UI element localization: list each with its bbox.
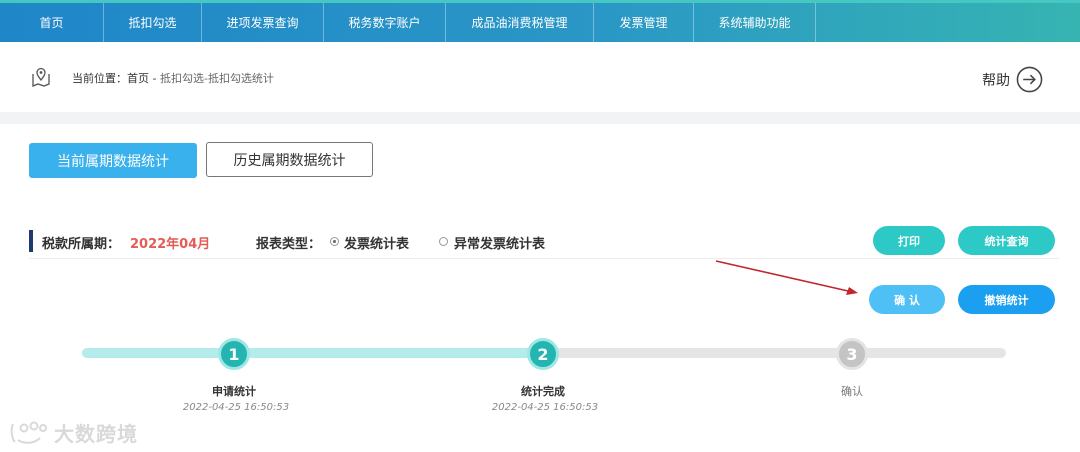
row-divider — [29, 258, 1059, 259]
step-3-marker: 3 — [836, 338, 868, 370]
nav-item-home[interactable]: 首页 — [0, 3, 104, 42]
arrow-right-circle-icon — [1016, 66, 1043, 93]
radio-abnormal-invoice-stats[interactable] — [439, 237, 448, 246]
tax-period-value: 2022年04月 — [130, 237, 211, 252]
step-2-marker: 2 — [527, 338, 559, 370]
section-marker-bar — [29, 230, 33, 252]
radio-abnormal-invoice-stats-label[interactable]: 异常发票统计表 — [454, 233, 545, 252]
step-3-label: 确认 — [841, 385, 863, 398]
nav-item-input-invoice-query[interactable]: 进项发票查询 — [202, 3, 324, 42]
tab-current-period-stats[interactable]: 当前属期数据统计 — [29, 143, 197, 178]
radio-invoice-stats[interactable] — [330, 237, 339, 246]
help-button[interactable]: 帮助 — [982, 66, 1043, 93]
progress-fill — [82, 348, 544, 358]
confirm-button[interactable]: 确 认 — [869, 285, 945, 314]
breadcrumb-prefix[interactable]: 当前位置：首页 - — [72, 72, 160, 85]
breadcrumb-current: 抵扣勾选-抵扣勾选统计 — [159, 72, 274, 85]
revoke-stats-button[interactable]: 撤销统计 — [958, 285, 1055, 314]
stats-query-button[interactable]: 统计查询 — [958, 226, 1055, 255]
step-1-label: 申请统计 — [212, 385, 256, 398]
nav-item-tax-digital-account[interactable]: 税务数字账户 — [324, 3, 446, 42]
nav-item-oil-consumption-tax[interactable]: 成品油消费税管理 — [446, 3, 594, 42]
section-separator — [0, 112, 1080, 124]
watermark: 大数跨境 — [10, 418, 138, 447]
radio-invoice-stats-label[interactable]: 发票统计表 — [344, 233, 409, 252]
breadcrumb-bar: 当前位置：首页 - 抵扣勾选-抵扣勾选统计 帮助 — [0, 42, 1080, 112]
top-navigation-bar: 首页 抵扣勾选 进项发票查询 税务数字账户 成品油消费税管理 发票管理 系统辅助… — [0, 0, 1080, 42]
nav-item-system-assist[interactable]: 系统辅助功能 — [694, 3, 816, 42]
step-1-marker: 1 — [218, 338, 250, 370]
tax-period-label: 税款所属期： — [42, 237, 121, 252]
step-2-time: 2022-04-25 16:50:53 — [491, 402, 599, 413]
help-label: 帮助 — [982, 72, 1010, 89]
tab-history-period-stats[interactable]: 历史属期数据统计 — [206, 142, 373, 177]
nav-item-invoice-management[interactable]: 发票管理 — [594, 3, 694, 42]
location-map-icon — [32, 67, 50, 87]
breadcrumb: 当前位置：首页 - 抵扣勾选-抵扣勾选统计 — [72, 70, 274, 86]
watermark-text: 大数跨境 — [54, 422, 138, 446]
report-type-label: 报表类型： — [256, 237, 322, 252]
step-1-time: 2022-04-25 16:50:53 — [182, 402, 290, 413]
print-button[interactable]: 打印 — [873, 226, 945, 255]
step-2-label: 统计完成 — [521, 385, 565, 398]
watermark-logo-icon — [10, 421, 47, 444]
nav-item-deduction-selection[interactable]: 抵扣勾选 — [104, 3, 202, 42]
